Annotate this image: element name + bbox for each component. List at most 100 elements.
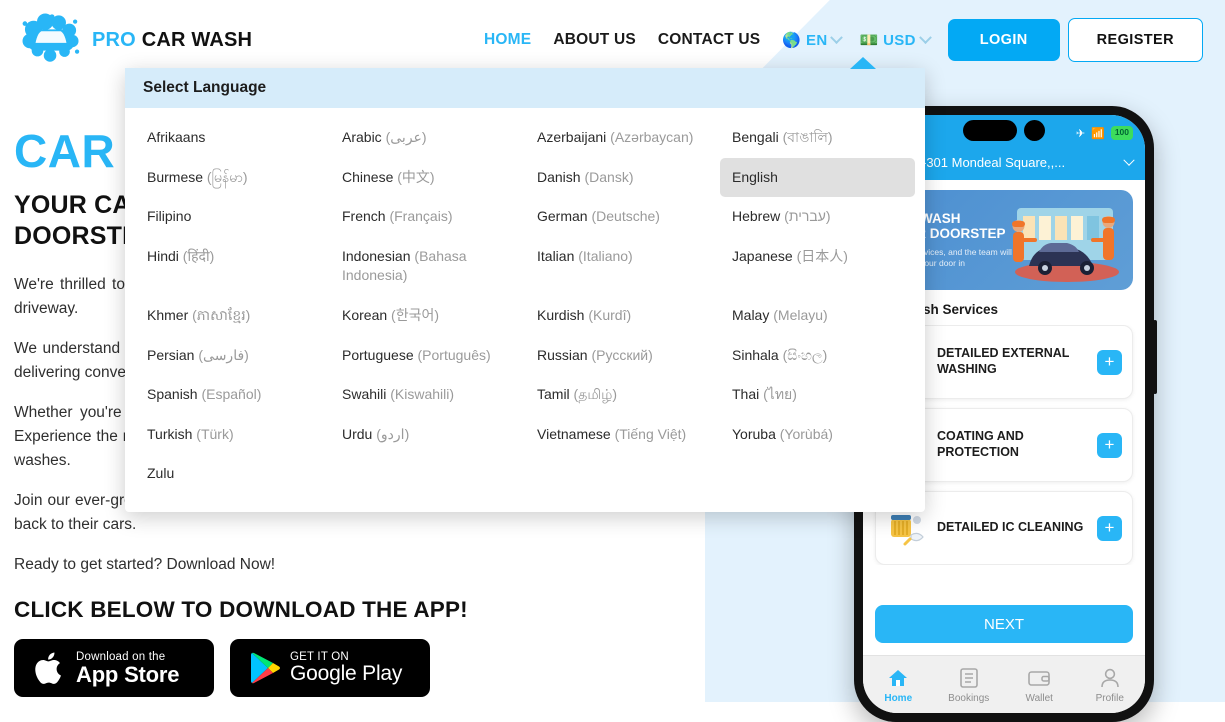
brand-pro-text: PRO bbox=[92, 28, 136, 51]
app-store-button[interactable]: Download on the App Store bbox=[14, 639, 214, 698]
language-option-filipino[interactable]: Filipino bbox=[135, 197, 330, 237]
service-name: DETAILED EXTERNAL WASHING bbox=[937, 346, 1070, 376]
google-play-button[interactable]: GET IT ON Google Play bbox=[230, 639, 430, 698]
language-option-native: (தமிழ்) bbox=[569, 386, 618, 403]
language-option-korean[interactable]: Korean (한국어) bbox=[330, 296, 525, 336]
google-play-icon bbox=[251, 652, 280, 684]
language-option-name: Turkish bbox=[147, 425, 193, 442]
language-option-name: Bengali bbox=[732, 129, 779, 145]
language-option-native: (中文) bbox=[393, 168, 435, 185]
main-navigation: HOME ABOUT US CONTACT US 🌎 EN 💵 USD LOGI… bbox=[484, 18, 1225, 62]
language-option-azerbaijani[interactable]: Azerbaijani (Azərbaycan) bbox=[525, 118, 720, 158]
language-option-name: Arabic bbox=[342, 129, 382, 145]
language-option-russian[interactable]: Russian (Русский) bbox=[525, 336, 720, 376]
language-option-tamil[interactable]: Tamil (தமிழ்) bbox=[525, 375, 720, 415]
notch-pill-icon bbox=[963, 120, 1017, 141]
language-option-sinhala[interactable]: Sinhala (සිංහල) bbox=[720, 336, 915, 376]
next-button[interactable]: NEXT bbox=[875, 605, 1133, 643]
tab-profile[interactable]: Profile bbox=[1075, 666, 1146, 704]
language-option-chinese[interactable]: Chinese (中文) bbox=[330, 158, 525, 198]
currency-selector[interactable]: 💵 USD bbox=[859, 30, 932, 49]
register-button[interactable]: REGISTER bbox=[1067, 18, 1203, 62]
language-option-name: Yoruba bbox=[732, 425, 776, 442]
chevron-down-icon bbox=[1123, 154, 1135, 166]
tab-home[interactable]: Home bbox=[863, 666, 934, 704]
language-option-german[interactable]: German (Deutsche) bbox=[525, 197, 720, 237]
language-option-vietnamese[interactable]: Vietnamese (Tiếng Việt) bbox=[525, 415, 720, 455]
language-option-native: (فارسی) bbox=[194, 346, 249, 363]
language-option-malay[interactable]: Malay (Melayu) bbox=[720, 296, 915, 336]
language-option-indonesian[interactable]: Indonesian (Bahasa Indonesia) bbox=[330, 237, 525, 296]
app-store-label: Download on the App Store bbox=[76, 651, 180, 686]
hero-paragraph-5: Ready to get started? Download Now! bbox=[14, 556, 276, 574]
language-selector[interactable]: 🌎 EN bbox=[782, 30, 844, 49]
language-option-native: (বাঙালি) bbox=[778, 129, 833, 145]
add-service-button[interactable]: + bbox=[1097, 349, 1122, 375]
language-option-name: Russian bbox=[537, 346, 588, 363]
language-option-name: Kurdish bbox=[537, 306, 585, 323]
nav-link-home[interactable]: HOME bbox=[484, 31, 531, 49]
language-option-native: (Türk) bbox=[192, 425, 234, 442]
service-name: COATING AND PROTECTION bbox=[937, 429, 1024, 459]
language-option-name: Malay bbox=[732, 306, 770, 323]
language-option-kurdish[interactable]: Kurdish (Kurdî) bbox=[525, 296, 720, 336]
language-option-english[interactable]: English bbox=[720, 157, 915, 198]
nav-link-contact-us[interactable]: CONTACT US bbox=[658, 31, 760, 49]
language-option-hebrew[interactable]: Hebrew (עברית) bbox=[720, 197, 915, 237]
language-option-native: (Português) bbox=[413, 346, 491, 363]
language-option-khmer[interactable]: Khmer (ភាសាខ្មែរ) bbox=[135, 296, 330, 336]
language-option-name: Chinese bbox=[342, 168, 394, 185]
currency-code: USD bbox=[883, 31, 916, 49]
brand-rest-text: CAR WASH bbox=[141, 28, 253, 51]
language-option-name: Italian bbox=[537, 247, 575, 264]
language-option-native: (Dansk) bbox=[580, 168, 634, 185]
add-service-button[interactable]: + bbox=[1097, 432, 1122, 458]
language-option-portuguese[interactable]: Portuguese (Português) bbox=[330, 336, 525, 376]
language-option-danish[interactable]: Danish (Dansk) bbox=[525, 158, 720, 198]
language-option-bengali[interactable]: Bengali (বাঙালি) bbox=[720, 118, 915, 158]
language-option-name: Urdu bbox=[342, 425, 373, 442]
language-option-burmese[interactable]: Burmese (မြန်မာ) bbox=[135, 158, 330, 198]
language-option-arabic[interactable]: Arabic (عربى) bbox=[330, 118, 525, 158]
language-option-spanish[interactable]: Spanish (Español) bbox=[135, 375, 330, 415]
language-option-thai[interactable]: Thai (ไทย) bbox=[720, 375, 915, 415]
language-option-native: (Français) bbox=[385, 208, 453, 225]
language-option-name: Tamil bbox=[537, 386, 570, 403]
chevron-down-icon bbox=[830, 30, 844, 44]
language-option-name: Korean bbox=[342, 306, 388, 323]
language-option-afrikaans[interactable]: Afrikaans bbox=[135, 118, 330, 158]
nav-link-about-us[interactable]: ABOUT US bbox=[553, 31, 636, 49]
airplane-icon: ✈ bbox=[1075, 127, 1086, 140]
language-option-japanese[interactable]: Japanese (日本人) bbox=[720, 237, 915, 296]
language-option-hindi[interactable]: Hindi (हिंदी) bbox=[135, 237, 330, 296]
language-option-persian[interactable]: Persian (فارسی) bbox=[135, 336, 330, 376]
language-option-swahili[interactable]: Swahili (Kiswahili) bbox=[330, 375, 525, 415]
language-option-native: (ไทย) bbox=[759, 386, 797, 403]
language-option-name: Hebrew bbox=[732, 208, 781, 225]
home-icon bbox=[863, 666, 934, 690]
tab-bookings-label: Bookings bbox=[948, 692, 990, 704]
language-option-turkish[interactable]: Turkish (Türk) bbox=[135, 415, 330, 455]
tab-bookings[interactable]: Bookings bbox=[934, 666, 1005, 704]
language-option-native: (اردو) bbox=[372, 425, 410, 442]
tab-wallet-label: Wallet bbox=[1025, 692, 1053, 704]
tab-wallet[interactable]: Wallet bbox=[1004, 666, 1075, 704]
login-button[interactable]: LOGIN bbox=[947, 19, 1060, 61]
language-option-name: Persian bbox=[147, 346, 195, 363]
add-service-button[interactable]: + bbox=[1097, 515, 1122, 541]
language-option-zulu[interactable]: Zulu bbox=[135, 454, 330, 494]
language-option-urdu[interactable]: Urdu (اردو) bbox=[330, 415, 525, 455]
language-option-name: Afrikaans bbox=[147, 129, 206, 145]
wifi-icon: 📶 bbox=[1091, 127, 1105, 140]
language-option-name: Filipino bbox=[147, 208, 192, 225]
language-option-name: English bbox=[732, 168, 778, 185]
language-option-name: Vietnamese bbox=[537, 425, 611, 442]
language-option-french[interactable]: French (Français) bbox=[330, 197, 525, 237]
language-option-italian[interactable]: Italian (Italiano) bbox=[525, 237, 720, 296]
brand-logo-group[interactable]: PRO CAR WASH bbox=[20, 12, 252, 68]
interior-cleaning-icon bbox=[886, 507, 928, 549]
language-option-yoruba[interactable]: Yoruba (Yorùbá) bbox=[720, 415, 915, 455]
chevron-down-icon bbox=[918, 30, 932, 44]
language-option-native: (Kiswahili) bbox=[386, 386, 455, 403]
language-option-name: French bbox=[342, 208, 386, 225]
